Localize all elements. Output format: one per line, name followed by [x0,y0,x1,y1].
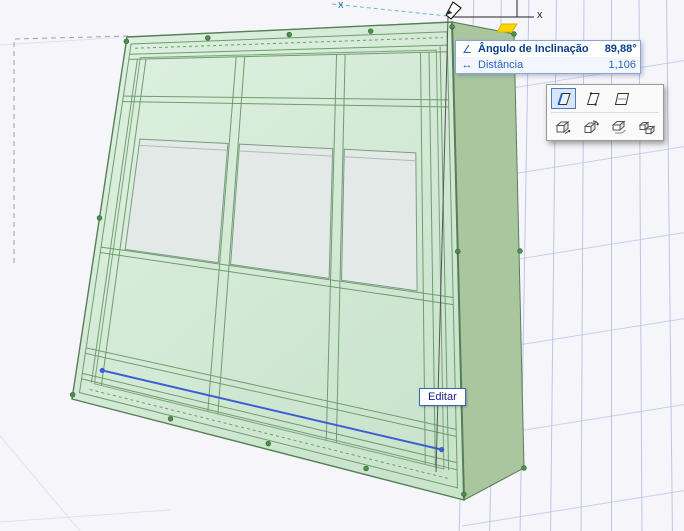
tracker-value-inclination[interactable]: 89,88° [593,43,637,55]
tilt-panel-icon [557,92,571,105]
viewport-3d[interactable]: x x ∠ Ângulo de Inclinação 89,88° ↔ Dist… [0,0,684,531]
tilt-panel-free-icon [614,92,629,105]
tracker-label-inclination: Ângulo de Inclinação [478,43,589,55]
move-3d-button[interactable] [551,116,575,137]
multiply-3d-icon [638,120,656,135]
pet-palette-row-2 [551,112,659,137]
rotate-3d-button[interactable] [579,116,603,137]
pet-palette [546,84,664,141]
tilt-panel-nodes-icon [586,91,600,106]
offset-3d-button[interactable] [607,116,631,137]
x-axis-ghost-label: x [338,0,344,11]
tilt-panel-button[interactable] [551,88,576,109]
multiply-3d-button[interactable] [635,116,659,137]
tracker-label-distance: Distância [478,59,524,71]
tracker-row-inclination[interactable]: ∠ Ângulo de Inclinação 89,88° [456,41,640,57]
tracker-value-distance[interactable]: 1,106 [592,59,636,71]
rotate-3d-icon [583,120,599,134]
pet-palette-row-1 [551,88,659,109]
offset-3d-icon [611,119,626,133]
model-view-canvas[interactable] [0,0,684,531]
inclination-angle-icon: ∠ [462,43,472,56]
distance-icon: ↔ [461,59,473,71]
tracker-palette: ∠ Ângulo de Inclinação 89,88° ↔ Distânci… [455,40,641,74]
editar-tooltip-label: Editar [428,391,457,403]
tracker-row-distance[interactable]: ↔ Distância 1,106 [456,57,640,73]
move-3d-icon [555,120,571,134]
tilt-panel-free-button[interactable] [609,88,634,109]
tilt-panel-nodes-button[interactable] [580,88,605,109]
x-axis-label: x [537,9,543,21]
editar-tooltip[interactable]: Editar [419,388,466,406]
